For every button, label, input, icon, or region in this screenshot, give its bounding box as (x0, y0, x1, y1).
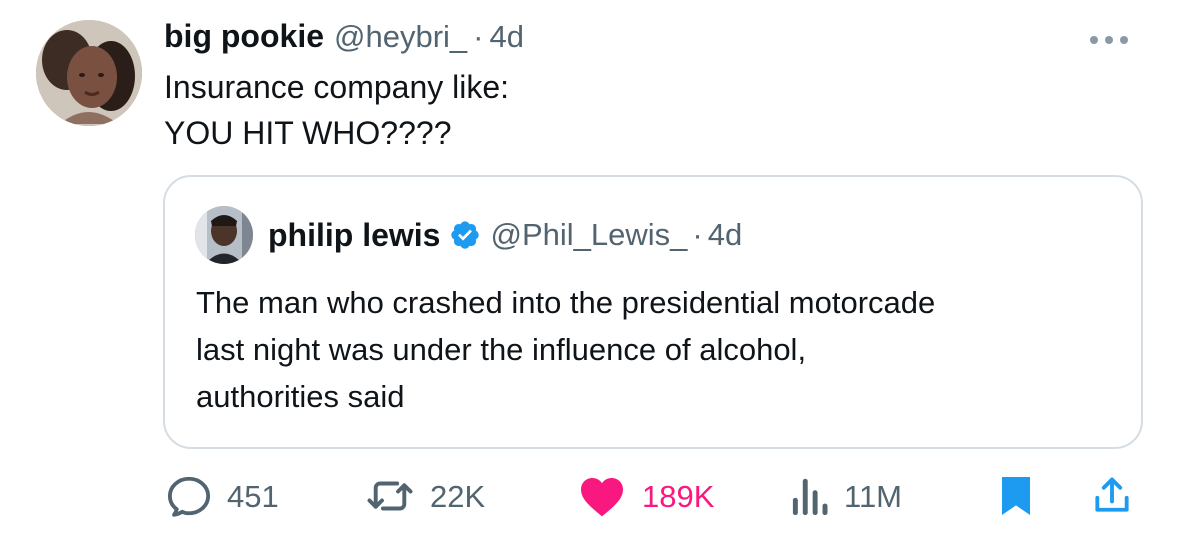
profile-avatar[interactable] (36, 20, 142, 126)
more-options-button[interactable] (1081, 24, 1137, 56)
reply-count: 451 (227, 478, 279, 514)
tweet-timestamp[interactable]: 4d (489, 19, 523, 55)
quoted-author-avatar[interactable] (195, 206, 253, 264)
person-avatar-image (36, 20, 142, 126)
tweet-action-bar: 451 22K 189K 11M (0, 466, 1179, 526)
retweet-button[interactable]: 22K (365, 474, 485, 518)
share-button[interactable] (1090, 474, 1134, 518)
views-icon (792, 478, 828, 515)
quoted-author-handle[interactable]: @Phil_Lewis_ (490, 217, 687, 253)
view-count: 11M (844, 478, 903, 514)
verified-badge-icon (449, 219, 481, 251)
author-display-name[interactable]: big pookie (164, 18, 324, 55)
bookmark-button[interactable] (998, 474, 1034, 518)
tweet: big pookie @heybri_ · 4d Insurance compa… (0, 0, 1179, 547)
quoted-tweet-text: The man who crashed into the presidentia… (196, 285, 936, 414)
bookmark-icon (1002, 477, 1030, 515)
author-handle[interactable]: @heybri_ (334, 19, 467, 55)
header-separator: · (473, 19, 484, 54)
person-avatar-image (195, 206, 253, 264)
tweet-text: Insurance company like: YOU HIT WHO???? (164, 69, 510, 151)
more-dot-icon (1105, 36, 1113, 44)
quoted-tweet-header: philip lewis @Phil_Lewis_ · 4d (268, 215, 742, 255)
quoted-tweet-card[interactable]: philip lewis @Phil_Lewis_ · 4d The man w… (163, 175, 1143, 449)
heart-icon (581, 478, 623, 517)
quoted-header-separator: · (692, 217, 703, 252)
share-icon (1095, 477, 1129, 512)
like-button[interactable]: 189K (577, 474, 714, 518)
views-button[interactable]: 11M (791, 474, 902, 518)
more-dot-icon (1120, 36, 1128, 44)
retweet-icon (367, 481, 413, 511)
retweet-count: 22K (430, 478, 486, 514)
like-count: 189K (642, 478, 715, 514)
reply-button[interactable]: 451 (166, 474, 279, 518)
reply-icon (167, 476, 211, 517)
quoted-author-display-name[interactable]: philip lewis (268, 217, 440, 254)
quoted-tweet-timestamp[interactable]: 4d (708, 217, 742, 253)
more-dot-icon (1090, 36, 1098, 44)
tweet-header: big pookie @heybri_ · 4d (164, 18, 524, 58)
